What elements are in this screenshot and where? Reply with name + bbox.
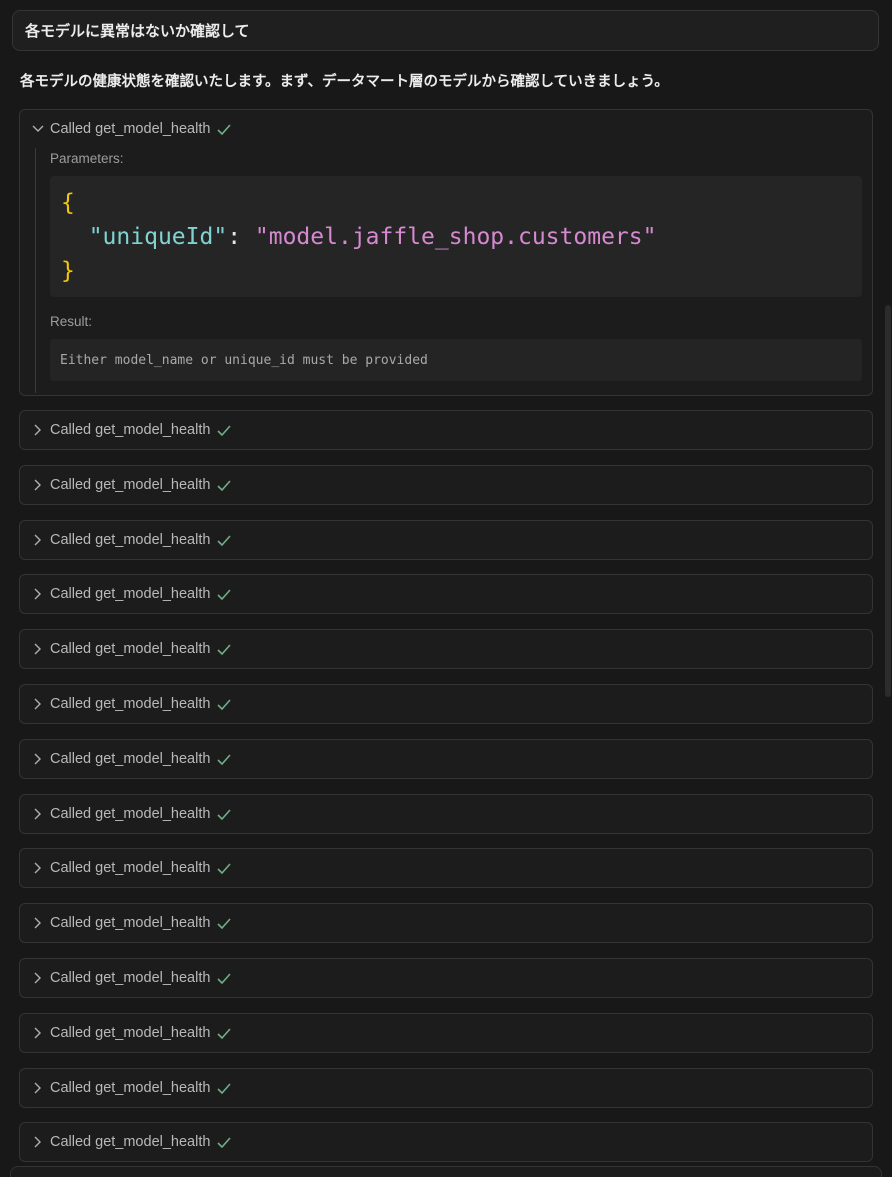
check-icon (217, 808, 232, 820)
tool-call-collapsed: Called get_model_health (19, 958, 873, 998)
parameters-label: Parameters: (50, 151, 124, 166)
tool-call-expanded: Called get_model_health Parameters: { "u… (19, 109, 873, 396)
tool-call-label: Called get_model_health (50, 970, 211, 986)
tool-call-details: Parameters: { "uniqueId": "model.jaffle_… (35, 148, 872, 393)
tool-call-collapsed: Called get_model_health (19, 465, 873, 505)
tool-call-collapsed: Called get_model_health (19, 1122, 873, 1162)
json-key: "uniqueId" (88, 224, 228, 250)
check-icon (217, 698, 232, 710)
tool-call-header[interactable]: Called get_model_health (20, 630, 872, 668)
check-icon (217, 917, 232, 929)
next-message-edge (10, 1166, 882, 1177)
user-message: 各モデルに異常はないか確認して (12, 10, 879, 51)
user-message-text: 各モデルに異常はないか確認して (25, 22, 250, 40)
tool-call-label: Called get_model_health (50, 806, 211, 822)
tool-call-label: Called get_model_health (50, 1080, 211, 1096)
tool-call-header[interactable]: Called get_model_health (20, 795, 872, 833)
chevron-right-icon (30, 696, 46, 712)
tool-call-label: Called get_model_health (50, 532, 211, 548)
chevron-right-icon (30, 806, 46, 822)
tool-call-label: Called get_model_health (50, 586, 211, 602)
check-icon (217, 643, 232, 655)
assistant-message: 各モデルの健康状態を確認いたします。まず、データマート層のモデルから確認していき… (20, 74, 669, 90)
scrollbar[interactable] (885, 305, 891, 697)
tool-call-header[interactable]: Called get_model_health (20, 904, 872, 942)
tool-call-label: Called get_model_health (50, 641, 211, 657)
chevron-right-icon (30, 1025, 46, 1041)
tool-call-label: Called get_model_health (50, 1134, 211, 1150)
check-icon (217, 534, 232, 546)
tool-call-collapsed: Called get_model_health (19, 684, 873, 724)
tool-call-label: Called get_model_health (50, 1025, 211, 1041)
check-icon (217, 972, 232, 984)
json-close-brace: } (61, 258, 75, 284)
check-icon (217, 479, 232, 491)
tool-call-collapsed: Called get_model_health (19, 1013, 873, 1053)
tool-call-label: Called get_model_health (50, 915, 211, 931)
chevron-right-icon (30, 915, 46, 931)
check-icon (217, 123, 232, 135)
tool-call-header[interactable]: Called get_model_health (20, 849, 872, 887)
check-icon (217, 753, 232, 765)
tool-call-header[interactable]: Called get_model_health (20, 110, 872, 148)
chevron-right-icon (30, 641, 46, 657)
chevron-down-icon (30, 121, 46, 137)
chevron-right-icon (30, 751, 46, 767)
chevron-right-icon (30, 532, 46, 548)
chevron-right-icon (30, 586, 46, 602)
tool-call-collapsed: Called get_model_health (19, 739, 873, 779)
tool-call-label: Called get_model_health (50, 751, 211, 767)
check-icon (217, 862, 232, 874)
check-icon (217, 424, 232, 436)
chevron-right-icon (30, 477, 46, 493)
tool-call-header[interactable]: Called get_model_health (20, 959, 872, 997)
json-value: "model.jaffle_shop.customers" (254, 224, 657, 250)
tool-call-collapsed: Called get_model_health (19, 574, 873, 614)
tool-call-collapsed: Called get_model_health (19, 629, 873, 669)
result-label: Result: (50, 314, 93, 329)
chevron-right-icon (30, 970, 46, 986)
tool-call-header[interactable]: Called get_model_health (20, 740, 872, 778)
tool-call-label: Called get_model_health (50, 477, 211, 493)
chat-page: 各モデルに異常はないか確認して 各モデルの健康状態を確認いたします。まず、データ… (0, 0, 892, 1177)
tool-call-header[interactable]: Called get_model_health (20, 1123, 872, 1161)
check-icon (217, 1136, 232, 1148)
tool-call-header[interactable]: Called get_model_health (20, 1014, 872, 1052)
json-colon: : (227, 224, 255, 250)
tool-call-collapsed: Called get_model_health (19, 794, 873, 834)
tool-call-header[interactable]: Called get_model_health (20, 521, 872, 559)
json-open-brace: { (61, 190, 75, 216)
tool-call-label: Called get_model_health (50, 860, 211, 876)
tool-call-collapsed: Called get_model_health (19, 410, 873, 450)
tool-call-header[interactable]: Called get_model_health (20, 685, 872, 723)
tool-call-label: Called get_model_health (50, 422, 211, 438)
tool-call-header[interactable]: Called get_model_health (20, 1069, 872, 1107)
chevron-right-icon (30, 1134, 46, 1150)
tool-call-header[interactable]: Called get_model_health (20, 575, 872, 613)
tool-call-label: Called get_model_health (50, 121, 211, 137)
tool-call-label: Called get_model_health (50, 696, 211, 712)
chevron-right-icon (30, 1080, 46, 1096)
tool-call-header[interactable]: Called get_model_health (20, 411, 872, 449)
tool-call-header[interactable]: Called get_model_health (20, 466, 872, 504)
result-text: Either model_name or unique_id must be p… (60, 352, 428, 368)
tool-call-collapsed: Called get_model_health (19, 1068, 873, 1108)
tool-call-collapsed: Called get_model_health (19, 848, 873, 888)
tool-call-collapsed: Called get_model_health (19, 903, 873, 943)
chevron-right-icon (30, 860, 46, 876)
check-icon (217, 1082, 232, 1094)
result-output: Either model_name or unique_id must be p… (50, 339, 862, 381)
check-icon (217, 1027, 232, 1039)
parameters-code: { "uniqueId": "model.jaffle_shop.custome… (50, 176, 862, 297)
chevron-right-icon (30, 422, 46, 438)
tool-call-collapsed: Called get_model_health (19, 520, 873, 560)
check-icon (217, 588, 232, 600)
